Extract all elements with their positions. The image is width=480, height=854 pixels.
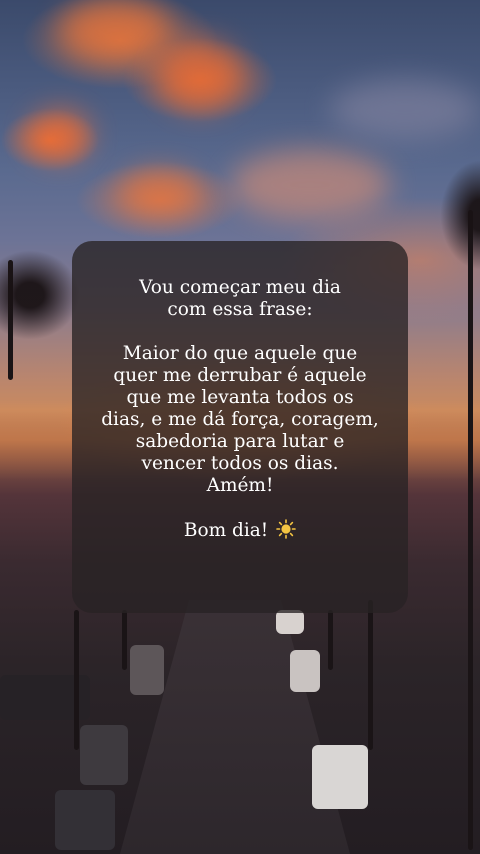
quote-line: dias, e me dá força, coragem, xyxy=(101,409,379,430)
palm-trunk xyxy=(122,610,127,670)
car xyxy=(290,650,320,692)
cloud xyxy=(230,150,390,220)
quote-line: quer me derrubar é aquele xyxy=(113,365,367,386)
quote-card: Vou começar meu dia com essa frase: Maio… xyxy=(72,241,408,613)
cloud xyxy=(160,40,240,110)
street xyxy=(120,600,350,854)
intro-line: com essa frase: xyxy=(167,299,313,320)
palm-trunk xyxy=(368,600,373,750)
palm-fronds xyxy=(0,250,80,340)
quote-line: que me levanta todos os xyxy=(126,387,354,408)
car xyxy=(276,610,304,634)
quote-line: sabedoria para lutar e xyxy=(135,431,345,452)
quote-line: Amém! xyxy=(206,475,274,496)
palm-trunk xyxy=(328,610,333,670)
car xyxy=(80,725,128,785)
palm-trunk xyxy=(74,610,79,750)
sun-icon xyxy=(276,519,296,539)
intro-line: Vou começar meu dia xyxy=(139,277,341,298)
quote-line: vencer todos os dias. xyxy=(141,453,339,474)
quote-text: Maior do que aquele que quer me derrubar… xyxy=(90,343,390,497)
closing-text: Bom dia! xyxy=(90,519,390,542)
cloud xyxy=(60,0,170,60)
palm-fronds xyxy=(440,160,480,270)
car xyxy=(312,745,368,809)
car xyxy=(130,645,164,695)
cloud xyxy=(30,110,90,160)
cloud xyxy=(120,170,200,215)
quote-line: Maior do que aquele que xyxy=(122,343,358,364)
greeting: Bom dia! xyxy=(183,520,269,541)
cloud xyxy=(330,80,480,140)
intro-text: Vou começar meu dia com essa frase: xyxy=(90,277,390,321)
car xyxy=(55,790,115,850)
palm-trunk xyxy=(468,210,473,850)
